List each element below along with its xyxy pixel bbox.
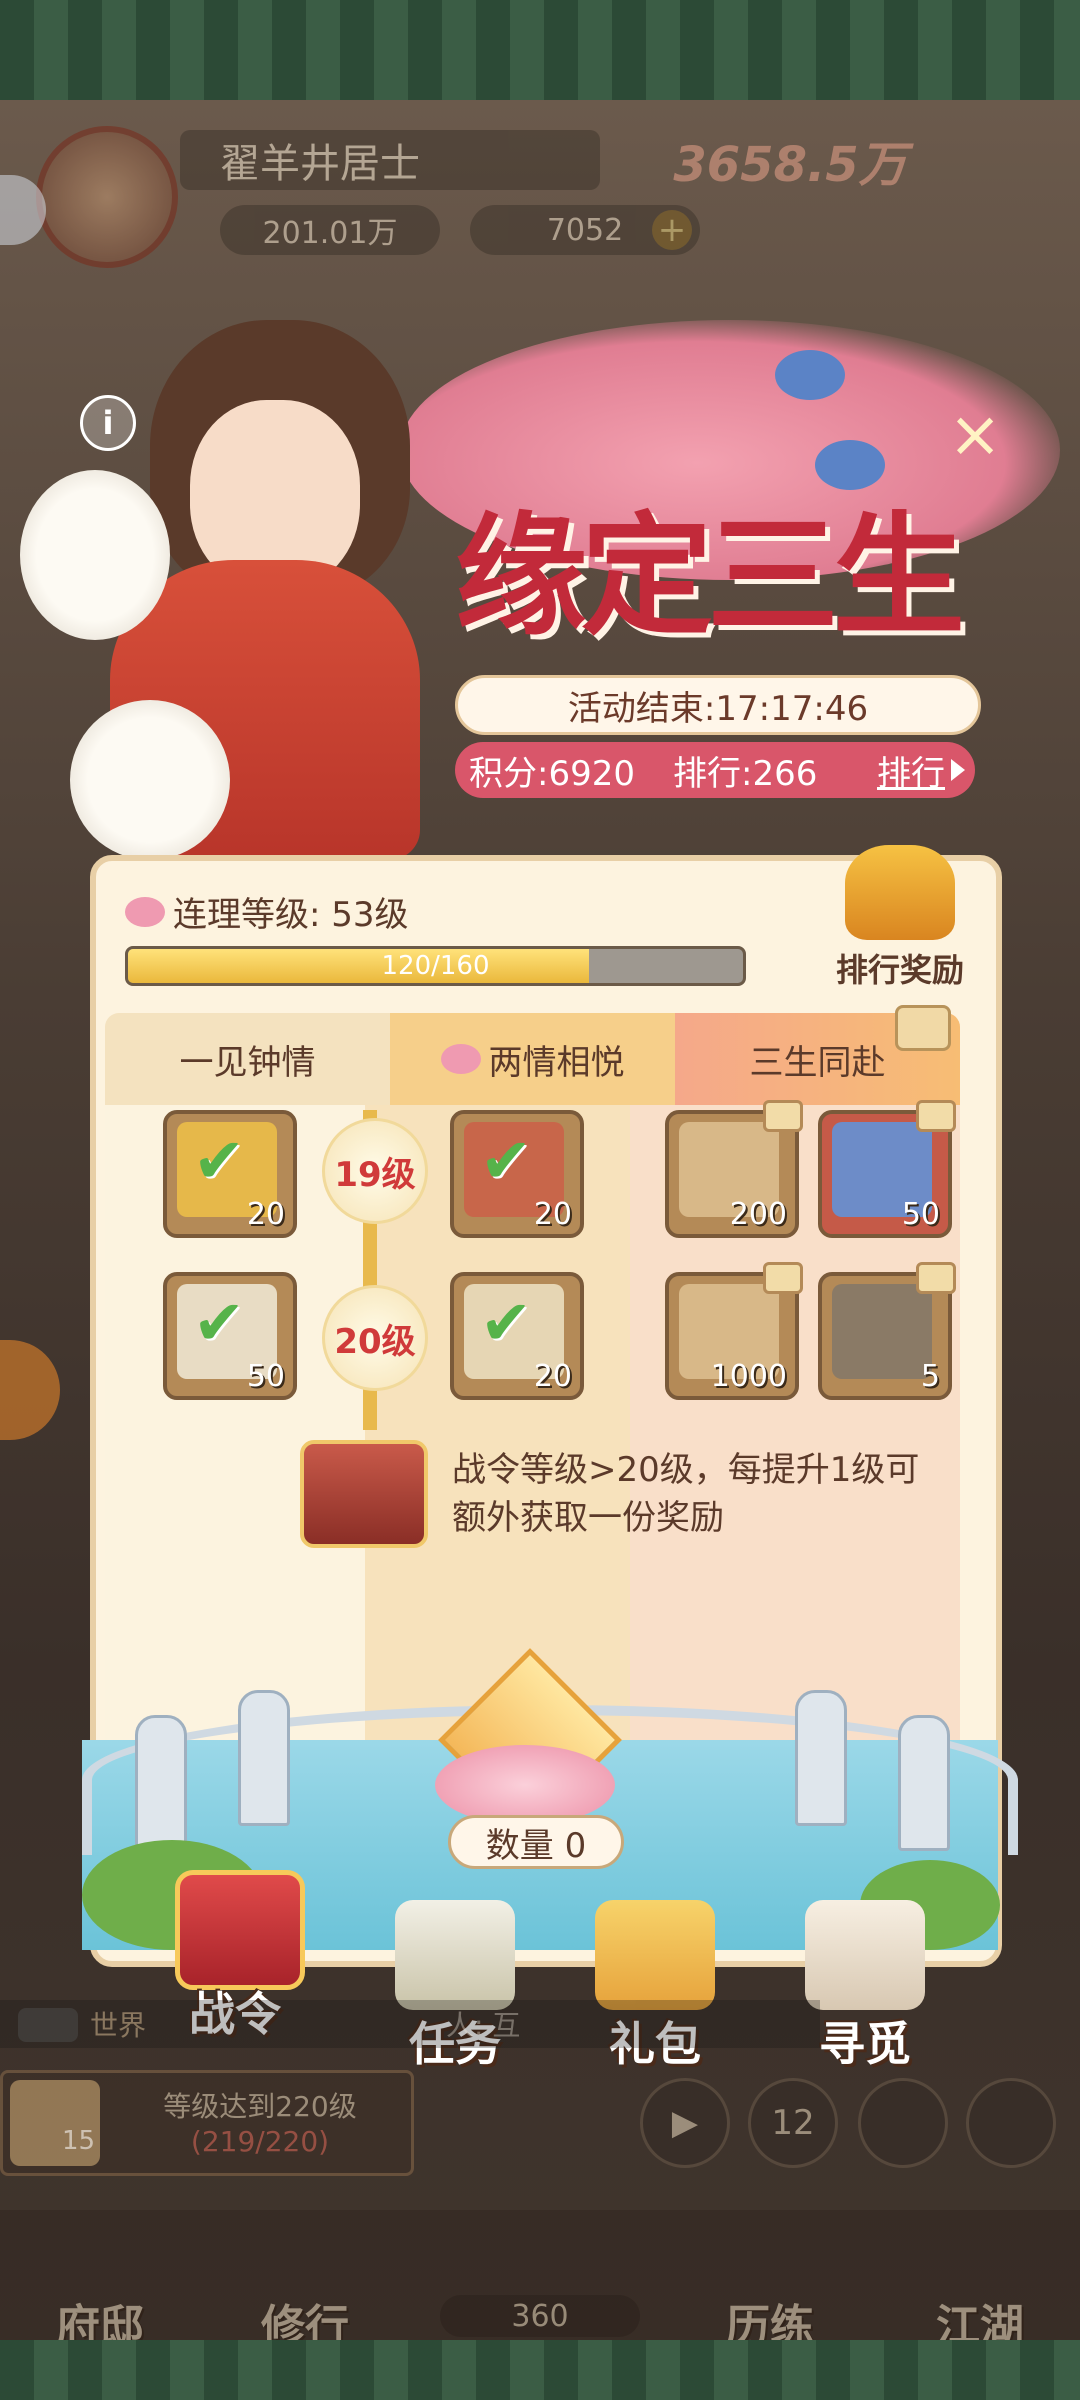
lock-icon [916, 1100, 956, 1132]
reward-item[interactable]: ✔ 20 [163, 1110, 297, 1238]
bird-icon [775, 350, 845, 400]
player-avatar[interactable] [36, 126, 178, 268]
rank-link-label: 排行 [877, 753, 945, 794]
monkey-art [70, 700, 230, 860]
reward-item[interactable]: 50 [818, 1100, 956, 1238]
score-bar: 积分:6920 排行:266 排行 [455, 742, 975, 798]
reward-item[interactable]: 5 [818, 1262, 956, 1400]
token-quantity: 数量 0 [448, 1815, 624, 1869]
combat-power: 3658.5万 [673, 137, 907, 193]
blossom-token-icon [425, 1648, 625, 1835]
quest-item-count: 15 [62, 2126, 96, 2156]
bridge-pillar [135, 1715, 187, 1851]
nav-cultivation[interactable]: 修行 [225, 2220, 385, 2352]
close-icon[interactable]: × [945, 403, 1005, 467]
blossom-cluster [435, 1745, 615, 1825]
bridge-pillar [795, 1690, 847, 1826]
reward-item[interactable]: ✔ 20 [450, 1110, 584, 1238]
quest-title: 等级达到220级 [163, 2090, 357, 2123]
tier-tabs: 一见钟情 两情相悦 三生同赴 [105, 1013, 960, 1105]
timer-button[interactable]: 12 [748, 2078, 838, 2168]
bridge-pillar [238, 1690, 290, 1826]
check-icon: ✔ [193, 1286, 245, 1359]
tab-free[interactable]: 一见钟情 [105, 1013, 390, 1105]
rank-link[interactable]: 排行 [877, 746, 965, 795]
reward-qty: 50 [901, 1197, 940, 1232]
check-icon: ✔ [480, 1124, 532, 1197]
info-icon[interactable]: i [80, 395, 136, 451]
arrow-right-icon [951, 759, 965, 781]
top-decorative-border [0, 0, 1080, 100]
reward-item[interactable]: ✔ 20 [450, 1272, 584, 1400]
chat-icon[interactable] [18, 2008, 78, 2042]
nav-training[interactable]: 历练 [690, 2220, 850, 2352]
reward-qty: 1000 [710, 1359, 787, 1394]
reward-item[interactable]: 1000 [665, 1262, 803, 1400]
bottom-decorative-border [0, 2340, 1080, 2400]
battle-pass-icon [175, 1870, 305, 1990]
nav-jianghu[interactable]: 江湖 [900, 2220, 1060, 2352]
reward-qty: 20 [533, 1197, 572, 1232]
chat-bar[interactable]: 世界 人: 互 [0, 2000, 820, 2048]
rank-reward-button[interactable]: 排行奖励 [820, 845, 980, 989]
reward-bag-icon [845, 845, 955, 940]
quest-progress: (219/220) [190, 2125, 330, 2158]
tab-mid[interactable]: 两情相悦 [390, 1013, 675, 1105]
chat-text: 人: 互 [446, 2009, 521, 2042]
lock-icon [916, 1262, 956, 1294]
score-label: 积分:6920 [469, 753, 635, 794]
reward-qty: 200 [729, 1197, 787, 1232]
check-icon: ✔ [480, 1286, 532, 1359]
reward-item[interactable]: ✔ 50 [163, 1272, 297, 1400]
silver-amount: 201.01万 [220, 205, 440, 255]
level-node: 19级 [322, 1118, 428, 1224]
level-progress-text: 120/160 [381, 951, 490, 981]
lock-icon [763, 1262, 803, 1294]
seek-icon [805, 1900, 925, 2010]
lock-icon [895, 1005, 951, 1051]
plus-icon[interactable]: + [652, 210, 692, 250]
treasure-chest-icon[interactable] [300, 1440, 428, 1548]
check-icon: ✔ [193, 1124, 245, 1197]
reward-qty: 20 [246, 1197, 285, 1232]
gift-pack-icon [595, 1900, 715, 2010]
flower-icon [125, 896, 165, 927]
event-timer: 活动结束:17:17:46 [455, 675, 981, 735]
rank-label: 排行:266 [672, 753, 818, 794]
bond-level-label: 连理等级: 53级 [173, 895, 409, 935]
center-resource-count[interactable]: 360 [440, 2295, 640, 2337]
reward-item[interactable]: 200 [665, 1100, 803, 1238]
task-icon [395, 1900, 515, 2010]
nav-mansion[interactable]: 府邸 [20, 2220, 180, 2352]
reward-qty: 20 [533, 1359, 572, 1394]
cards-icon[interactable] [966, 2078, 1056, 2168]
chat-channel: 世界 [90, 2009, 147, 2042]
reward-qty: 50 [246, 1359, 285, 1394]
level-progress-bar: 120/160 [125, 946, 746, 986]
lock-icon [763, 1100, 803, 1132]
play-icon[interactable]: ▶ [640, 2078, 730, 2168]
bonus-note: 战令等级>20级，每提升1级可额外获取一份奖励 [452, 1450, 920, 1538]
monkey-art [20, 470, 170, 640]
player-name: 翟羊井居士 [180, 130, 600, 190]
bag-icon[interactable] [858, 2078, 948, 2168]
bridge-pillar [898, 1715, 950, 1851]
rank-reward-label: 排行奖励 [835, 951, 964, 989]
event-title: 缘定三生 [455, 499, 965, 654]
tab-mid-label: 两情相悦 [488, 1042, 625, 1083]
card-icon [832, 1284, 932, 1379]
reward-qty: 5 [920, 1359, 940, 1394]
flower-icon [440, 1044, 481, 1074]
bond-level: 连理等级: 53级 [125, 887, 409, 936]
level-node: 20级 [322, 1285, 428, 1391]
